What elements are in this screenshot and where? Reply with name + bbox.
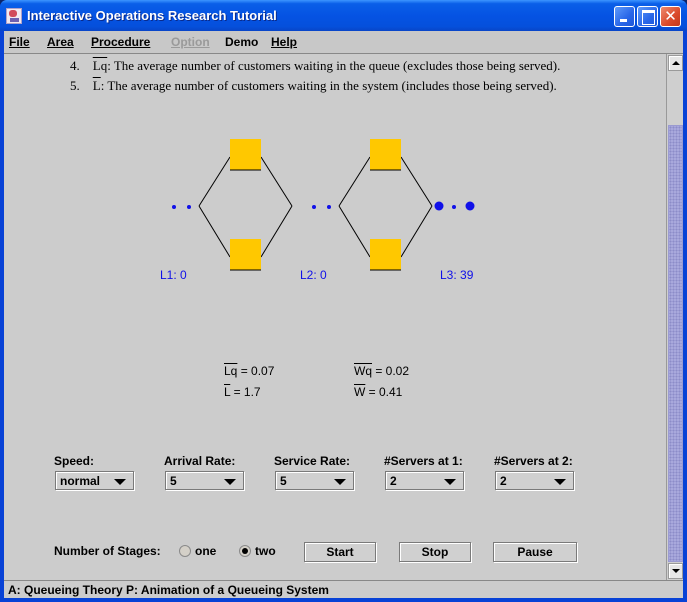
arrival-rate-dropdown[interactable]: 5: [165, 471, 244, 490]
customer-dot: [172, 205, 176, 209]
chevron-down-icon: [444, 479, 456, 485]
stages-label: Number of Stages:: [54, 544, 161, 558]
speed-value: normal: [60, 474, 101, 488]
speed-label: Speed:: [54, 454, 95, 468]
speed-dropdown[interactable]: normal: [55, 471, 134, 490]
arrival-rate-value: 5: [170, 474, 177, 488]
customer-dot: [187, 205, 191, 209]
servers-2-label: #Servers at 2:: [494, 454, 573, 468]
stat-lq: Lq = 0.07: [224, 364, 274, 378]
stages-one-label[interactable]: one: [195, 544, 216, 558]
chevron-down-icon: [114, 479, 126, 485]
scroll-thumb[interactable]: [668, 125, 683, 562]
content-panel: 4. Lq: The average number of customers w…: [4, 54, 666, 580]
servers-2-value: 2: [500, 474, 507, 488]
route-line: [400, 156, 433, 207]
stop-button[interactable]: Stop: [399, 542, 471, 562]
scroll-up-button[interactable]: [668, 55, 683, 71]
status-text: A: Queueing Theory P: Animation of a Que…: [8, 583, 329, 597]
stat-w-symbol: W: [354, 385, 366, 399]
service-rate-dropdown[interactable]: 5: [275, 471, 354, 490]
service-rate-label: Service Rate:: [274, 454, 351, 468]
stat-lq-symbol: Lq: [224, 364, 238, 378]
chevron-down-icon: [224, 479, 236, 485]
chevron-down-icon: [554, 479, 566, 485]
title-bar[interactable]: Interactive Operations Research Tutorial…: [0, 0, 687, 31]
pause-button[interactable]: Pause: [493, 542, 577, 562]
queue-3-label: L3: 39: [440, 268, 474, 282]
route-line: [400, 205, 433, 258]
queue-2-label: L2: 0: [300, 268, 327, 282]
app-window: Interactive Operations Research Tutorial…: [0, 0, 687, 602]
servers-1-value: 2: [390, 474, 397, 488]
servers: [230, 139, 401, 271]
customer-dot: [452, 205, 456, 209]
close-button[interactable]: ✕: [660, 6, 681, 27]
route-line: [338, 156, 371, 207]
stat-wq: Wq = 0.02: [354, 364, 409, 378]
stages-one-radio[interactable]: [179, 545, 191, 557]
service-rate-value: 5: [280, 474, 287, 488]
route-line: [260, 205, 293, 258]
menu-demo[interactable]: Demo: [225, 35, 258, 49]
route-line: [198, 156, 231, 207]
close-icon: ✕: [664, 7, 677, 25]
minimize-button[interactable]: [614, 6, 635, 27]
route-line: [260, 156, 293, 207]
customer-in-service: [465, 201, 475, 211]
menu-help[interactable]: Help: [271, 35, 297, 49]
client-area: File Area Procedure Option Demo Help 4. …: [4, 31, 683, 598]
server-1-2: [230, 239, 261, 270]
menu-option-label: Option: [171, 35, 210, 49]
queue-1-label: L1: 0: [160, 268, 187, 282]
customer-dot: [327, 205, 331, 209]
servers-1-label: #Servers at 1:: [384, 454, 463, 468]
customer-in-service: [434, 201, 444, 211]
customers: [172, 201, 475, 211]
chevron-down-icon: [334, 479, 346, 485]
maximize-button[interactable]: [637, 6, 658, 27]
menu-procedure[interactable]: Procedure: [91, 35, 150, 49]
servers-2-dropdown[interactable]: 2: [495, 471, 574, 490]
server-1-1: [230, 139, 261, 170]
route-line: [338, 205, 371, 258]
menu-file[interactable]: File: [9, 35, 30, 49]
stat-lq-value: = 0.07: [237, 364, 275, 378]
menu-file-label: File: [9, 35, 30, 49]
menu-procedure-label: Procedure: [91, 35, 151, 49]
scroll-pane: 4. Lq: The average number of customers w…: [4, 53, 683, 580]
server-2-1: [370, 139, 401, 170]
start-button[interactable]: Start: [304, 542, 376, 562]
stat-wq-symbol: Wq: [354, 364, 372, 378]
stat-l-value: = 1.7: [230, 385, 261, 399]
stages-two-radio[interactable]: [239, 545, 251, 557]
server-2-2: [370, 239, 401, 270]
menu-bar: File Area Procedure Option Demo Help: [4, 31, 683, 53]
java-app-icon: [6, 8, 22, 24]
arrival-rate-label: Arrival Rate:: [164, 454, 236, 468]
scroll-down-button[interactable]: [668, 563, 683, 579]
stages-two-label[interactable]: two: [255, 544, 276, 558]
vertical-scrollbar[interactable]: [666, 54, 683, 580]
menu-demo-label: Demo: [225, 35, 259, 49]
menu-area-label: Area: [47, 35, 74, 49]
menu-option: Option: [171, 35, 210, 49]
route-line: [198, 205, 231, 258]
menu-area[interactable]: Area: [47, 35, 74, 49]
stat-l: L = 1.7: [224, 385, 261, 399]
stat-w-value: = 0.41: [365, 385, 403, 399]
queue-animation: [172, 139, 475, 271]
menu-help-label: Help: [271, 35, 298, 49]
stat-w: W = 0.41: [354, 385, 402, 399]
servers-1-dropdown[interactable]: 2: [385, 471, 464, 490]
stat-wq-value: = 0.02: [372, 364, 410, 378]
status-bar: A: Queueing Theory P: Animation of a Que…: [4, 580, 683, 598]
window-title: Interactive Operations Research Tutorial: [27, 8, 277, 23]
customer-dot: [312, 205, 316, 209]
